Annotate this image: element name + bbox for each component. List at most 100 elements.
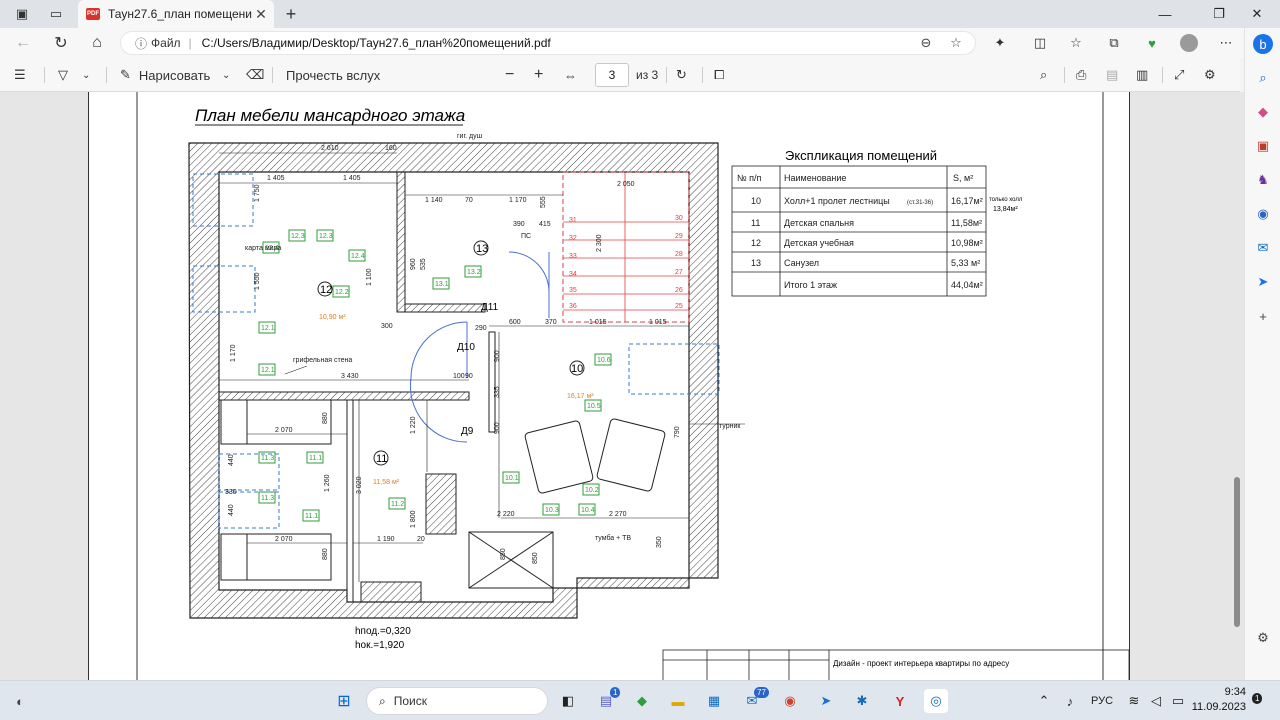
dimension: 300: [381, 323, 393, 330]
teams-badge: 1: [610, 687, 621, 698]
page-number-input[interactable]: 3: [595, 63, 629, 87]
avatar[interactable]: [1180, 34, 1198, 52]
yandex-icon[interactable]: Y: [888, 689, 912, 713]
toolbar-divider: [1162, 67, 1163, 83]
favorites-icon[interactable]: ☆: [1066, 34, 1086, 52]
telegram-icon[interactable]: ➤: [814, 689, 838, 713]
photos-icon[interactable]: ✱: [850, 689, 874, 713]
refresh-button[interactable]: ↻: [50, 33, 72, 53]
browser-essentials-icon[interactable]: ♥: [1142, 34, 1162, 52]
notification-badge[interactable]: 1: [1252, 693, 1263, 704]
store-icon[interactable]: ▦: [702, 689, 726, 713]
minimize-button[interactable]: —: [1142, 0, 1188, 28]
collections-icon[interactable]: ⧉: [1104, 34, 1124, 52]
tab-pdf[interactable]: PDF Таун27.6_план помещений.pdf ✕: [78, 0, 274, 28]
outlook-icon[interactable]: ✉: [1253, 238, 1273, 258]
vertical-scrollbar[interactable]: [1232, 92, 1242, 680]
annotation-chalk-wall: грифельная стена: [293, 357, 352, 364]
split-screen-icon[interactable]: ◫: [1030, 34, 1050, 52]
more-menu-icon[interactable]: ⋯: [1216, 34, 1236, 52]
taskbar-search[interactable]: ⌕ Поиск: [366, 687, 548, 715]
chrome-icon[interactable]: ◉: [778, 689, 802, 713]
toolbar-divider: [1064, 67, 1065, 83]
draw-button[interactable]: ✎ Нарисовать: [120, 65, 210, 85]
room-number: 12: [320, 284, 332, 296]
dimension: 330: [225, 489, 237, 496]
tools-icon[interactable]: ▣: [1253, 136, 1273, 156]
language-indicator[interactable]: РУС: [1086, 689, 1118, 713]
floor-plan-drawing: План мебели мансардного этажа 30 29 28 2…: [136, 92, 1130, 680]
chevron-down-icon[interactable]: ⌄: [222, 65, 230, 85]
edge-sidebar: b ⌕ ◆ ▣ ♞ ◉ ✉ ➤ + ⚙: [1244, 28, 1280, 680]
wifi-icon[interactable]: ≋: [1122, 689, 1146, 713]
dimension: 335: [494, 386, 501, 398]
system-clock[interactable]: 9:34 11.09.2023: [1186, 685, 1246, 715]
dimension: 3 430: [341, 373, 359, 380]
fit-page-icon[interactable]: ⇔: [564, 65, 577, 85]
settings-gear-icon[interactable]: ⚙: [1204, 65, 1216, 85]
microphone-icon[interactable]: ♪: [1058, 689, 1082, 713]
widgets-icon[interactable]: ◐: [8, 689, 32, 713]
stair-step: 28: [675, 251, 683, 258]
sill-height: hпод.=0,320: [355, 626, 411, 637]
furniture-tag: 11.2: [391, 501, 404, 508]
contents-icon[interactable]: ☰: [14, 65, 26, 85]
info-icon[interactable]: ⓘ: [135, 35, 147, 52]
search-label: Поиск: [393, 694, 427, 708]
furniture-tag: 10.1: [505, 475, 519, 482]
app-icon[interactable]: ◆: [630, 689, 654, 713]
copilot-icon[interactable]: b: [1253, 34, 1273, 54]
zoom-in-icon[interactable]: +: [534, 65, 543, 85]
add-icon[interactable]: +: [1253, 306, 1273, 326]
volume-icon[interactable]: ◁: [1144, 689, 1168, 713]
zoom-out-icon[interactable]: −: [505, 65, 514, 85]
fullscreen-icon[interactable]: ⤢: [1174, 65, 1184, 85]
search-icon[interactable]: ⌕: [1040, 65, 1047, 85]
tab-actions-icon[interactable]: ▭: [46, 4, 66, 24]
pdf-toolbar: ☰ ▽ ⌄ ✎ Нарисовать ⌄ ⌫ Прочесть вслух − …: [0, 58, 1240, 92]
home-button[interactable]: ⌂: [86, 33, 108, 53]
furniture-tag: 10.3: [545, 507, 559, 514]
save-as-icon[interactable]: ▥: [1136, 65, 1148, 85]
scrollbar-thumb[interactable]: [1234, 477, 1240, 627]
toolbar-divider: [272, 67, 273, 83]
explication-table: [731, 165, 987, 297]
zoom-icon[interactable]: ⊖: [915, 33, 937, 53]
print-icon[interactable]: ⎙: [1076, 65, 1086, 85]
send-icon[interactable]: ➤: [1253, 272, 1273, 292]
highlight-icon[interactable]: ▽: [58, 65, 68, 85]
search-icon[interactable]: ⌕: [1253, 68, 1273, 88]
shopping-icon[interactable]: ◆: [1253, 102, 1273, 122]
sidebar-settings-icon[interactable]: ⚙: [1253, 628, 1273, 648]
edge-icon[interactable]: ◎: [924, 689, 948, 713]
read-aloud-button[interactable]: Прочесть вслух: [286, 65, 380, 85]
file-explorer-icon[interactable]: ▬: [666, 689, 690, 713]
new-tab-button[interactable]: +: [281, 4, 301, 24]
url-text[interactable]: C:/Users/Владимир/Desktop/Таун27.6_план%…: [202, 36, 915, 50]
eraser-icon[interactable]: ⌫: [246, 65, 264, 85]
save-icon[interactable]: ▤: [1106, 65, 1118, 85]
close-window-button[interactable]: ✕: [1234, 0, 1280, 28]
favorite-star-icon[interactable]: ☆: [945, 33, 967, 53]
rotate-icon[interactable]: ↻: [676, 65, 687, 85]
workspaces-icon[interactable]: ▣: [12, 4, 32, 24]
furniture-tag: 13.2: [467, 269, 481, 276]
dimension: 100: [453, 373, 465, 380]
chevron-up-icon[interactable]: ⌃: [1032, 689, 1056, 713]
chevron-down-icon[interactable]: ⌄: [82, 65, 90, 85]
page-view-icon[interactable]: ⧠: [714, 65, 724, 85]
dimension: 350: [656, 536, 663, 548]
dimension: 850: [532, 552, 539, 564]
start-icon[interactable]: ⊞: [332, 689, 356, 713]
url-field[interactable]: ⓘ Файл | C:/Users/Владимир/Desktop/Таун2…: [120, 31, 976, 55]
extensions-icon[interactable]: ✦: [990, 34, 1010, 52]
dimension: 1 190: [377, 536, 395, 543]
office-icon[interactable]: ◉: [1253, 204, 1273, 224]
back-button[interactable]: ←: [12, 33, 34, 53]
task-view-icon[interactable]: ◧: [556, 689, 580, 713]
pdf-viewer: План мебели мансардного этажа 30 29 28 2…: [0, 92, 1244, 680]
close-tab-icon[interactable]: ✕: [252, 5, 270, 23]
pen-icon: ✎: [120, 67, 131, 82]
games-icon[interactable]: ♞: [1253, 170, 1273, 190]
furniture-tag: 11.1: [309, 455, 322, 462]
